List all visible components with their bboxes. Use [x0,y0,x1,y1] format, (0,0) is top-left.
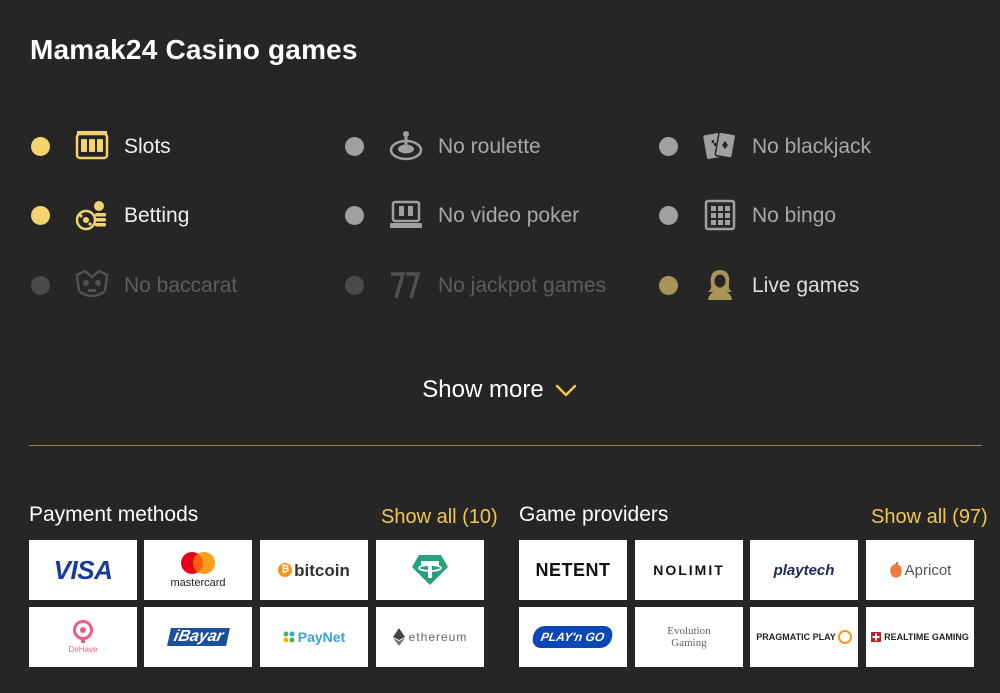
game-item-jackpot: No jackpot games [344,265,606,305]
logo-text: PRAGMATIC PLAY [756,631,836,642]
game-item-blackjack: No blackjack [658,126,871,166]
payment-methods-heading: Payment methods [29,503,199,526]
logo-text: VISA [53,555,113,585]
provider-logo-evolution[interactable]: Evolution Gaming [635,607,743,667]
game-label: No jackpot games [438,273,607,297]
payment-logo-bitcoin[interactable]: ₿ bitcoin [260,540,368,600]
logo-text: bitcoin [294,560,350,580]
game-label: No blackjack [752,134,872,158]
playngo-badge: PLAY'n GO [531,626,615,648]
roulette-icon [388,128,424,164]
paynet-icon [283,631,295,643]
jackpot-icon [388,267,424,303]
game-label: Live games [752,273,860,297]
live-dealer-icon [702,267,738,303]
game-item-bingo: No bingo [658,195,836,235]
status-dot [659,205,678,225]
ibayar-icon: iBayar [166,628,230,646]
game-item-video-poker: No video poker [344,195,579,235]
provider-logo-pragmatic[interactable]: PRAGMATIC PLAY [750,607,858,667]
logo-text: iBayar [171,628,225,645]
provider-logo-nolimit[interactable]: NOLIMIT [635,540,743,600]
game-label: No roulette [438,134,541,158]
game-label: Betting [124,203,190,227]
video-poker-icon [388,197,424,233]
pragmatic-icon [837,630,852,644]
payment-logo-paynet[interactable]: PayNet [260,607,368,667]
game-item-roulette: No roulette [344,126,541,166]
logo-text: DeHave [68,645,98,654]
apricot-icon [890,562,902,578]
provider-logo-realtime[interactable]: REALTIME GAMING [866,607,974,667]
provider-logo-apricot[interactable]: Apricot [866,540,974,600]
show-more-label: Show more [422,376,544,403]
game-label: Slots [124,134,171,158]
logo-text: mastercard [170,577,226,589]
game-providers-heading: Game providers [519,503,669,526]
provider-logo-netent[interactable]: NETENT [519,540,627,600]
status-dot [345,275,364,295]
bitcoin-icon: ₿ [278,563,293,577]
logo-text: NOLIMIT [653,562,725,578]
status-dot [31,275,50,295]
provider-logo-playtech[interactable]: playtech [750,540,858,600]
payment-methods-show-all-link[interactable]: Show all (10) [381,505,498,529]
payment-logo-tether[interactable] [376,540,484,600]
game-label: No video poker [438,203,580,227]
tether-icon [412,555,448,585]
provider-logo-playngo[interactable]: PLAY'n GO [519,607,627,667]
logo-text: playtech [773,561,835,579]
logo-text: NETENT [535,560,611,580]
casino-games-panel: Mamak24 Casino games Slots No roulette N… [0,0,1000,693]
game-label: No baccarat [124,273,238,297]
status-dot [659,275,678,295]
payment-logo-mastercard[interactable]: mastercard [144,540,252,600]
section-divider [29,445,982,446]
payment-logo-visa[interactable]: VISA [29,540,137,600]
logo-text: Apricot [904,561,952,579]
dehave-icon [73,620,93,643]
logo-text: PayNet [297,629,346,645]
payment-logo-dehave[interactable]: DeHave [29,607,137,667]
betting-icon [74,197,110,233]
game-item-betting: Betting [30,195,189,235]
mastercard-icon [181,552,215,574]
game-label: No bingo [752,203,837,227]
game-providers-show-all-link[interactable]: Show all (97) [871,505,988,529]
payment-logo-ethereum[interactable]: ethereum [376,607,484,667]
logo-text: ethereum [408,630,468,644]
ethereum-icon [392,628,405,646]
game-item-live: Live games [658,265,859,305]
status-dot [659,136,678,156]
baccarat-icon [74,267,110,303]
status-dot [345,205,364,225]
payment-logo-ibayar[interactable]: iBayar [144,607,252,667]
chevron-down-icon [554,378,578,402]
status-dot [31,205,50,225]
logo-text: REALTIME GAMING [884,631,969,642]
playing-cards-icon [702,128,738,164]
logo-text: Evolution Gaming [667,624,711,649]
game-types-list: Slots No roulette No blackjack Betting N… [0,0,1000,320]
realtime-icon [871,632,882,642]
game-item-slots: Slots [30,126,171,166]
show-more-button[interactable]: Show more [0,370,1000,410]
bingo-icon [702,197,738,233]
slot-machine-icon [74,128,110,164]
logo-text: PLAY'n GO [540,630,606,644]
status-dot [31,136,50,156]
game-item-baccarat: No baccarat [30,265,237,305]
status-dot [345,136,364,156]
